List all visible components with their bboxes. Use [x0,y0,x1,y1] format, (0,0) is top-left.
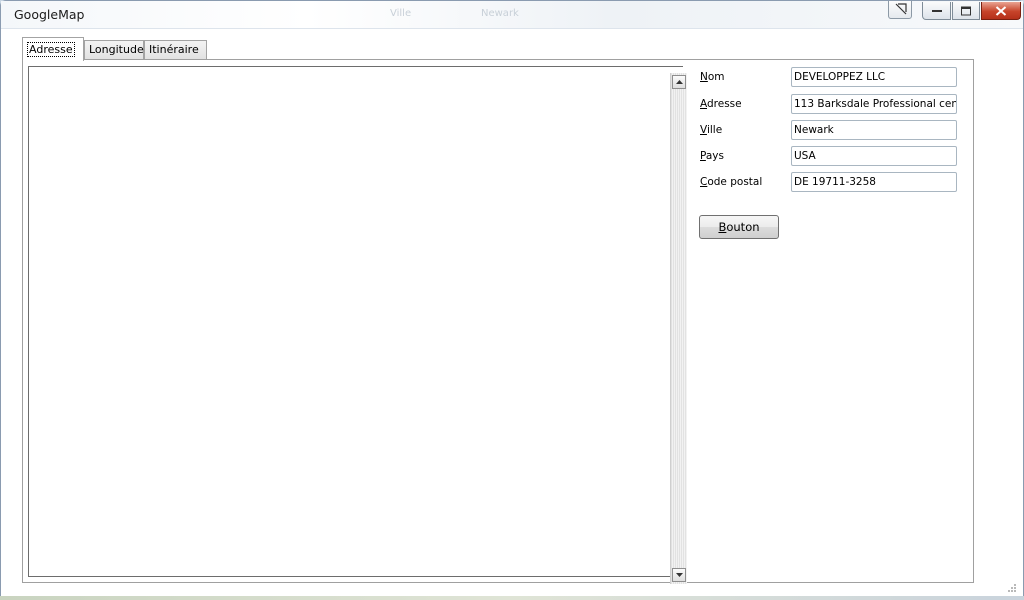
ville-field[interactable]: Newark [791,120,957,140]
title-bar[interactable]: GoogleMap Ville Newark [1,1,1023,29]
label-code-postal: Code postal [700,176,763,188]
maximize-button[interactable] [952,2,980,20]
label-pays: Pays [700,150,724,162]
tab-label: Itinéraire [149,43,199,56]
label-adresse: Adresse [700,98,742,110]
tab-longitude[interactable]: Longitude [84,40,144,60]
minimize-icon [931,9,942,12]
maximize-icon [961,6,971,15]
window-title: GoogleMap [14,7,85,22]
map-area[interactable] [28,66,687,584]
tab-label: Longitude [89,43,144,56]
tab-itineraire[interactable]: Itinéraire [144,40,207,60]
label-ville: Ville [700,124,723,136]
app-window: GoogleMap Ville Newark Adresse Longitude… [0,0,1024,600]
nom-field[interactable]: DEVELOPPEZ LLC [791,67,957,87]
tab-panel-adresse: Nom DEVELOPPEZ LLC Adresse 113 Barksdale… [22,59,974,584]
vertical-scrollbar[interactable] [670,73,687,584]
code-postal-field[interactable]: DE 19711-3258 [791,172,957,192]
ghost-title-text: Newark [481,8,519,19]
scroll-down-arrow-icon [676,573,683,577]
pays-field[interactable]: USA [791,146,957,166]
desktop-background-strip [0,596,1024,600]
tab-label: Adresse [27,42,75,57]
scroll-up-arrow-icon [676,80,683,84]
label-nom: Nom [700,71,725,83]
scroll-down-button[interactable] [672,568,686,582]
resize-grip-icon[interactable] [1007,583,1017,593]
close-button[interactable] [981,2,1021,20]
scroll-up-button[interactable] [672,75,686,89]
tab-adresse[interactable]: Adresse [22,37,84,61]
adresse-field[interactable]: 113 Barksdale Professional cente [791,94,957,114]
expand-corner-icon[interactable] [888,1,912,19]
ghost-title-text: Ville [390,8,412,19]
close-icon [995,5,1007,16]
bouton-button[interactable]: Bouton [699,215,779,239]
minimize-button[interactable] [922,2,951,20]
